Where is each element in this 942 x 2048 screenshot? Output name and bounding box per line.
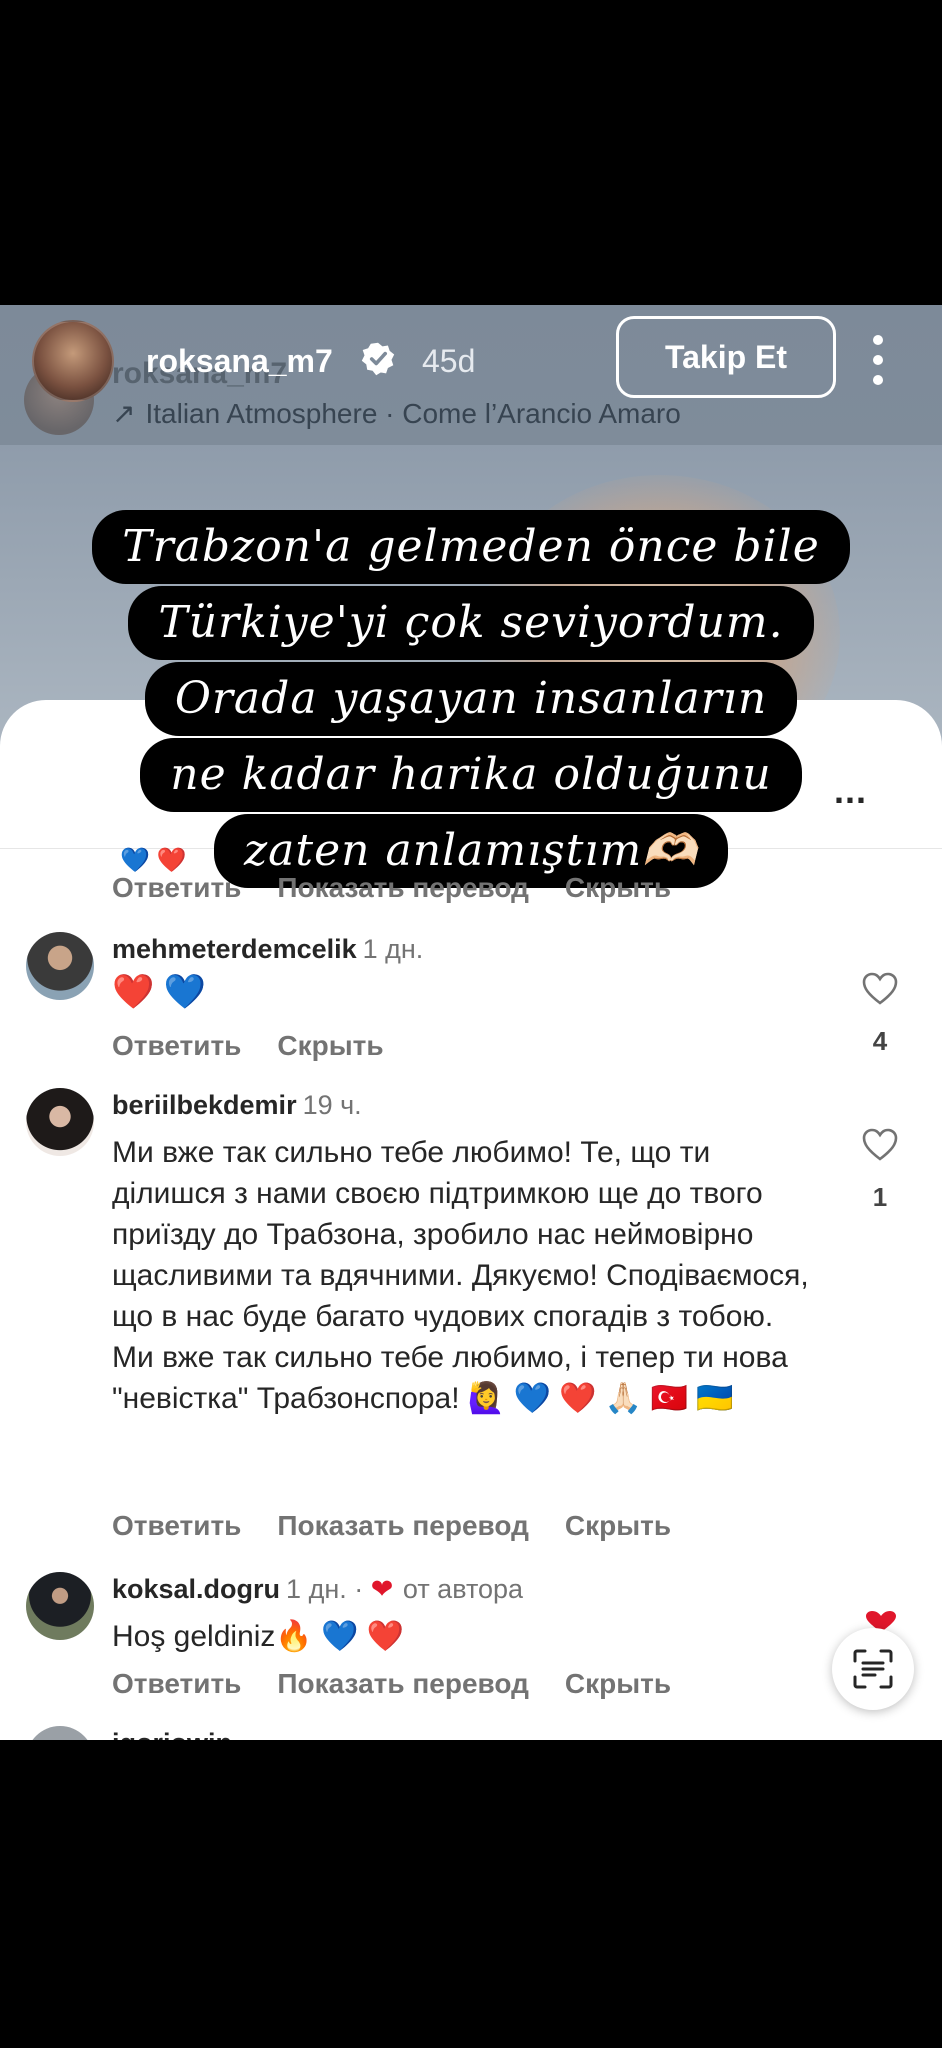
caption-line: Trabzon'a gelmeden önce bile <box>92 510 850 584</box>
cutoff-username: igorjowin <box>112 1728 232 1740</box>
comment-username[interactable]: koksal.dogru 1 дн. · ❤ от автора <box>112 1574 523 1605</box>
like-heart-icon[interactable] <box>862 972 898 1006</box>
author-label: от автора <box>402 1574 524 1604</box>
music-label: Italian Atmosphere · Come l’Arancio Amar… <box>145 397 681 429</box>
comment-time: 1 дн. · <box>286 1574 364 1604</box>
comment-username[interactable]: beriilbekdemir 19 ч. <box>112 1090 362 1121</box>
story-caption: Trabzon'a gelmeden önce bile Türkiye'yi … <box>0 510 942 890</box>
username-text[interactable]: mehmeterdemcelik <box>112 934 357 964</box>
comment-text-content: ❤️ 💙 <box>112 973 207 1011</box>
translate-button[interactable]: Показать перевод <box>277 1510 529 1542</box>
like-heart-icon[interactable] <box>862 1128 898 1162</box>
cutoff-comment: igorjowin <box>0 1724 942 1740</box>
avatar[interactable] <box>32 320 114 402</box>
partial-emoji-row: 💙 ❤️ <box>120 847 187 874</box>
reply-button[interactable]: Ответить <box>112 1668 241 1700</box>
caption-line: Türkiye'yi çok seviyordum. <box>128 586 814 660</box>
comment-text: ❤️ 💙 <box>112 972 822 1014</box>
scan-text-button[interactable] <box>832 1628 914 1710</box>
hide-button[interactable]: Скрыть <box>565 872 671 904</box>
hide-button[interactable]: Скрыть <box>277 1030 383 1062</box>
post-time: 45d <box>422 343 476 379</box>
comment-username[interactable]: mehmeterdemcelik 1 дн. <box>112 934 423 965</box>
comment-actions: Ответить Показать перевод Скрыть <box>112 1668 707 1700</box>
like-count: 1 <box>872 1182 888 1212</box>
comment-time: 1 дн. <box>362 934 424 964</box>
text-scan-icon <box>853 1649 893 1689</box>
avatar[interactable] <box>26 1572 94 1640</box>
author-liked-heart-icon: ❤ <box>370 1574 394 1604</box>
comment-actions: Ответить Показать перевод Скрыть <box>112 872 707 904</box>
comment-actions: Ответить Скрыть <box>112 1030 420 1062</box>
verified-badge-icon <box>361 342 395 376</box>
more-options-icon[interactable] <box>868 335 888 405</box>
story-header: roksana_m7 roksana_m7 45d Takip Et ↗ Ita… <box>0 305 942 450</box>
avatar[interactable] <box>26 932 94 1000</box>
avatar <box>26 1726 94 1740</box>
music-info[interactable]: ↗ Italian Atmosphere · Come l’Arancio Am… <box>112 397 681 430</box>
comment-text: Ми вже так сильно тебе любимо! Те, що ти… <box>112 1136 809 1415</box>
translate-button[interactable]: Показать перевод <box>277 872 529 904</box>
comment-actions: Ответить Показать перевод Скрыть <box>112 1510 707 1542</box>
comment-text: Hoş geldiniz🔥 💙 ❤️ <box>112 1620 405 1653</box>
arrow-up-right-icon: ↗ <box>112 398 136 429</box>
username-text[interactable]: beriilbekdemir <box>112 1090 297 1120</box>
like-count: 4 <box>872 1026 888 1056</box>
reply-button[interactable]: Ответить <box>112 872 241 904</box>
reply-button[interactable]: Ответить <box>112 1030 241 1062</box>
hide-button[interactable]: Скрыть <box>565 1668 671 1700</box>
follow-button[interactable]: Takip Et <box>616 316 836 398</box>
comment-time: 19 ч. <box>302 1090 362 1120</box>
caption-line: ne kadar harika olduğunu <box>140 738 802 812</box>
avatar[interactable] <box>26 1088 94 1156</box>
username-text[interactable]: koksal.dogru <box>112 1574 280 1604</box>
translate-button[interactable]: Показать перевод <box>277 1668 529 1700</box>
hide-button[interactable]: Скрыть <box>565 1510 671 1542</box>
username[interactable]: roksana_m7 <box>146 343 333 380</box>
reply-button[interactable]: Ответить <box>112 1510 241 1542</box>
caption-line: Orada yaşayan insanların <box>144 662 798 736</box>
